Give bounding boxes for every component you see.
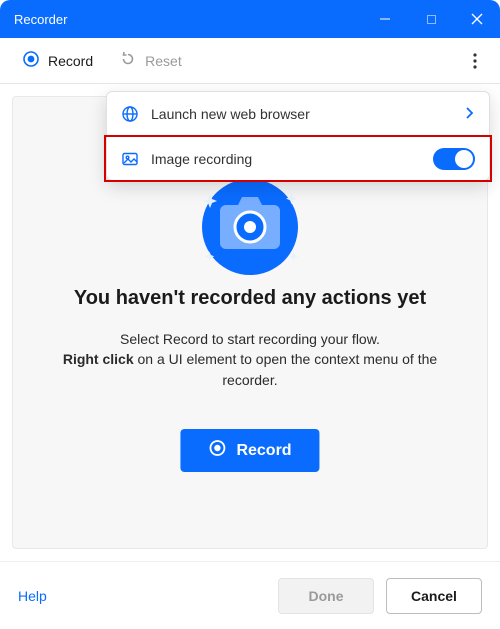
menu-item-launch-browser[interactable]: Launch new web browser: [107, 92, 489, 136]
cancel-button-label: Cancel: [411, 588, 457, 604]
empty-sub-lead: Select Record to start recording your fl…: [120, 331, 380, 347]
footer: Help Done Cancel: [0, 561, 500, 629]
record-dot-icon: [208, 439, 226, 462]
minimize-button[interactable]: [362, 0, 408, 38]
kebab-icon: [473, 53, 477, 69]
more-options-button[interactable]: [460, 46, 490, 76]
more-options-menu: Launch new web browser Image recording: [106, 91, 490, 181]
done-button: Done: [278, 578, 374, 614]
record-button-label: Record: [236, 442, 291, 460]
menu-item-label: Launch new web browser: [151, 106, 453, 122]
title-bar: Recorder: [0, 0, 500, 38]
cancel-button[interactable]: Cancel: [386, 578, 482, 614]
empty-subtext: Select Record to start recording your fl…: [43, 329, 457, 390]
globe-icon: [121, 105, 139, 123]
image-recording-toggle[interactable]: [433, 148, 475, 170]
recorder-illustration: [190, 177, 310, 292]
toggle-knob: [455, 150, 473, 168]
empty-sub-tail: on a UI element to open the context menu…: [134, 351, 438, 387]
record-dot-icon: [22, 50, 40, 71]
menu-item-label: Image recording: [151, 151, 421, 167]
reset-toolbar-button: Reset: [109, 44, 192, 77]
empty-sub-strong: Right click: [63, 351, 134, 367]
maximize-button[interactable]: [408, 0, 454, 38]
window-title: Recorder: [14, 12, 362, 27]
image-icon: [121, 150, 139, 168]
toolbar: Record Reset: [0, 38, 500, 84]
record-toolbar-label: Record: [48, 53, 93, 69]
record-button[interactable]: Record: [180, 429, 319, 472]
record-toolbar-button[interactable]: Record: [12, 44, 103, 77]
reset-icon: [119, 50, 137, 71]
chevron-right-icon: [465, 106, 475, 123]
empty-headline: You haven't recorded any actions yet: [13, 287, 487, 310]
help-link[interactable]: Help: [18, 588, 47, 604]
close-button[interactable]: [454, 0, 500, 38]
reset-toolbar-label: Reset: [145, 53, 182, 69]
done-button-label: Done: [309, 588, 344, 604]
menu-item-image-recording[interactable]: Image recording: [107, 136, 489, 180]
